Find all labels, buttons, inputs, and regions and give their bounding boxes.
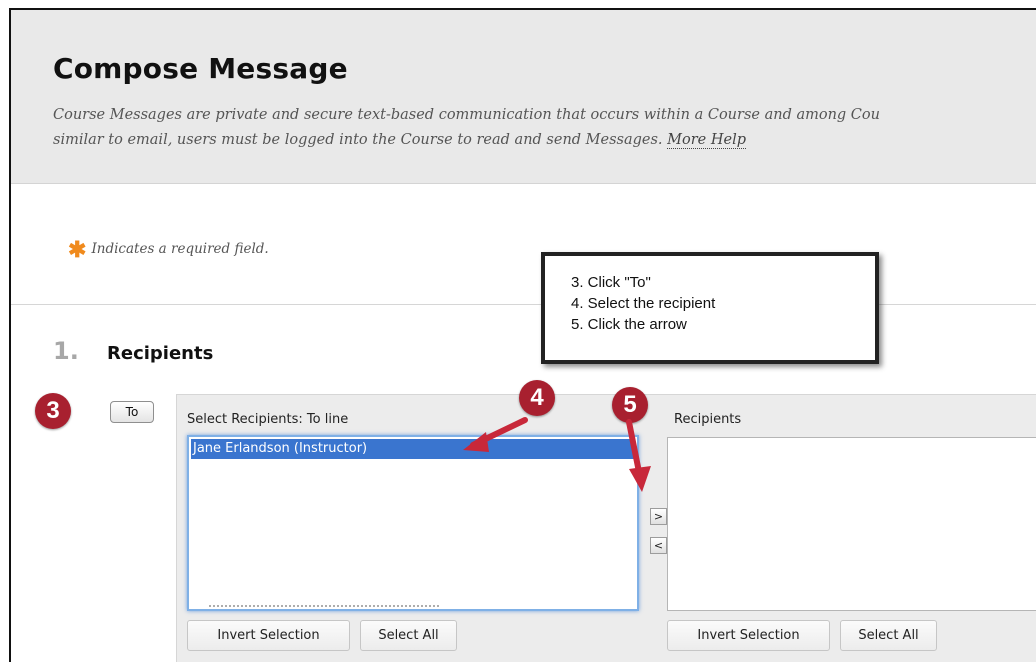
move-left-arrow-button[interactable]: < bbox=[650, 537, 667, 554]
recipients-list[interactable] bbox=[667, 437, 1036, 611]
page-header: Compose Message Course Messages are priv… bbox=[11, 10, 1036, 184]
recipients-panel: Select Recipients: To line Jane Erlandso… bbox=[176, 394, 1036, 662]
required-note-text: Indicates a required field. bbox=[91, 241, 269, 257]
callout-line-1: 3. Click "To" bbox=[571, 274, 651, 291]
description-line-1: Course Messages are private and secure t… bbox=[53, 107, 880, 123]
section-divider bbox=[11, 304, 1036, 305]
description-line-2: similar to email, users must be logged i… bbox=[53, 128, 1036, 153]
select-all-button[interactable]: Select All bbox=[360, 620, 457, 651]
step-5-badge: 5 bbox=[612, 387, 648, 423]
page-description: Course Messages are private and secure t… bbox=[53, 103, 1036, 153]
invert-selection-button[interactable]: Invert Selection bbox=[187, 620, 350, 651]
page-title: Compose Message bbox=[53, 52, 348, 85]
select-recipients-label: Select Recipients: To line bbox=[187, 412, 349, 427]
step-3-badge: 3 bbox=[35, 393, 71, 429]
to-button[interactable]: To bbox=[110, 401, 154, 423]
section-title: Recipients bbox=[107, 343, 214, 364]
required-field-note: ✱ Indicates a required field. bbox=[68, 237, 269, 263]
compose-message-page: Compose Message Course Messages are priv… bbox=[9, 8, 1036, 662]
step-4-badge: 4 bbox=[519, 380, 555, 416]
description-text: similar to email, users must be logged i… bbox=[53, 132, 663, 148]
recipients-label: Recipients bbox=[674, 412, 742, 427]
move-right-arrow-button[interactable]: > bbox=[650, 508, 667, 525]
section-number: 1. bbox=[53, 337, 79, 365]
list-item[interactable]: Jane Erlandson (Instructor) bbox=[191, 439, 635, 459]
instruction-callout: 3. Click "To" 4. Select the recipient 5.… bbox=[541, 252, 879, 364]
callout-line-3: 5. Click the arrow bbox=[571, 316, 687, 333]
list-item-partial bbox=[209, 605, 439, 611]
recipients-invert-selection-button[interactable]: Invert Selection bbox=[667, 620, 830, 651]
more-help-link[interactable]: More Help bbox=[667, 132, 746, 149]
required-asterisk-icon: ✱ bbox=[68, 237, 87, 263]
callout-line-2: 4. Select the recipient bbox=[571, 295, 716, 312]
recipients-select-all-button[interactable]: Select All bbox=[840, 620, 937, 651]
select-recipients-list[interactable]: Jane Erlandson (Instructor) bbox=[187, 435, 639, 611]
